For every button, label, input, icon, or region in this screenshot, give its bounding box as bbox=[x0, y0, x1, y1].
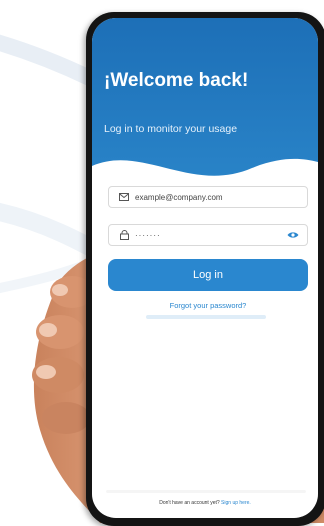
password-field[interactable]: ······· bbox=[108, 224, 308, 246]
decorative-line bbox=[146, 315, 266, 319]
footer-divider bbox=[106, 490, 306, 493]
signup-prompt: Don't have an account yet? bbox=[159, 500, 220, 506]
welcome-subtitle: Log in to monitor your usage bbox=[104, 123, 238, 135]
email-field[interactable]: example@company.com bbox=[108, 186, 308, 208]
login-button[interactable]: Log in bbox=[108, 259, 308, 291]
phone-frame: ¡Welcome back! Log in to monitor your us… bbox=[86, 12, 324, 526]
password-value: ······· bbox=[135, 230, 161, 240]
welcome-title: ¡Welcome back! bbox=[104, 70, 249, 91]
lock-icon bbox=[115, 224, 133, 246]
eye-icon[interactable] bbox=[285, 224, 301, 246]
header-panel: ¡Welcome back! Log in to monitor your us… bbox=[92, 18, 318, 204]
phone-screen: ¡Welcome back! Log in to monitor your us… bbox=[92, 18, 318, 518]
forgot-password-link[interactable]: Forgot your password? bbox=[108, 301, 308, 310]
signup-link[interactable]: Sign up here. bbox=[221, 500, 251, 506]
email-value: example@company.com bbox=[135, 192, 223, 202]
envelope-icon bbox=[115, 186, 133, 208]
signup-footer: Don't have an account yet? Sign up here. bbox=[92, 500, 318, 506]
